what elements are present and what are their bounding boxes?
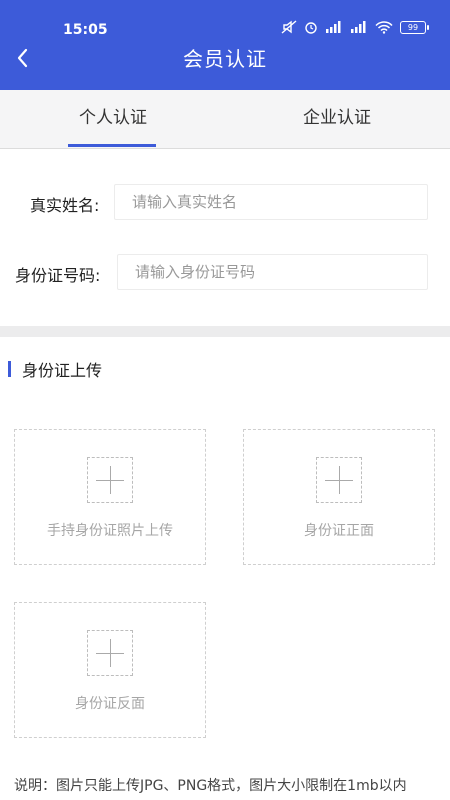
- id-number-input[interactable]: 请输入身份证号码: [117, 254, 428, 290]
- upload-label: 手持身份证照片上传: [47, 523, 173, 539]
- upload-label: 身份证正面: [304, 523, 374, 539]
- tab-bar: 个人认证 企业认证: [0, 90, 450, 149]
- active-tab-indicator: [68, 144, 156, 147]
- name-input[interactable]: 请输入真实姓名: [114, 184, 428, 220]
- upload-section-title: 身份证上传: [22, 361, 103, 380]
- upload-handheld-id[interactable]: 手持身份证照片上传: [14, 429, 206, 565]
- tab-company[interactable]: 企业认证: [284, 90, 390, 148]
- id-number-label: 身份证号码:: [15, 266, 101, 285]
- tab-personal[interactable]: 个人认证: [60, 90, 166, 148]
- plus-icon: [87, 457, 133, 503]
- status-time: 15:05: [63, 22, 108, 38]
- section-accent-bar: [8, 361, 11, 377]
- upload-id-front[interactable]: 身份证正面: [243, 429, 435, 565]
- status-icons: 99: [281, 20, 429, 34]
- alarm-icon: [305, 22, 317, 34]
- upload-note: 说明：图片只能上传JPG、PNG格式，图片大小限制在1mb以内: [14, 778, 407, 794]
- plus-icon: [87, 630, 133, 676]
- plus-icon: [316, 457, 362, 503]
- section-divider: [0, 326, 450, 337]
- wifi-icon: [375, 20, 393, 34]
- signal-icon: [326, 21, 341, 33]
- signal-icon-2: [351, 21, 366, 33]
- battery-icon: 99: [400, 20, 429, 34]
- page-title: 会员认证: [183, 47, 267, 71]
- name-label: 真实姓名:: [30, 196, 100, 215]
- app-header: 15:05 99 会员认证: [0, 0, 450, 90]
- upload-id-back[interactable]: 身份证反面: [14, 602, 206, 738]
- upload-label: 身份证反面: [75, 696, 145, 712]
- mute-icon: [281, 20, 297, 34]
